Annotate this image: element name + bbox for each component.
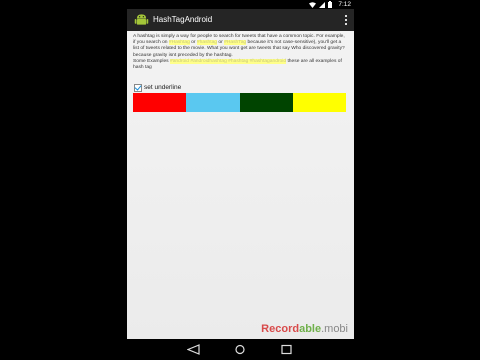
color-swatch-light-blue[interactable]	[186, 93, 240, 112]
app-title: HashTagAndroid	[153, 15, 213, 24]
description-text: or	[189, 40, 197, 46]
overflow-menu-icon[interactable]	[342, 13, 350, 27]
action-bar: HashTagAndroid	[127, 9, 354, 31]
right-letterbox	[354, 0, 480, 360]
back-icon[interactable]	[187, 344, 201, 355]
status-icons	[309, 1, 332, 8]
underline-checkbox[interactable]	[134, 83, 142, 92]
underline-checkbox-label[interactable]: set underline	[144, 84, 181, 91]
color-swatch-dark-green[interactable]	[239, 93, 293, 112]
phone-screen: 7:12 HashTagAndroid A hashtag is simply …	[127, 0, 354, 360]
status-bar: 7:12	[127, 0, 354, 9]
android-app-icon[interactable]	[134, 12, 149, 27]
recordable-watermark: Recordable.mobi	[261, 323, 348, 335]
hashtag-description: A hashtag is simply a way for people to …	[133, 34, 347, 71]
content-area: A hashtag is simply a way for people to …	[127, 31, 354, 339]
navigation-bar	[127, 339, 354, 360]
recent-apps-icon[interactable]	[280, 344, 294, 355]
home-icon[interactable]	[233, 344, 247, 355]
battery-icon	[328, 1, 332, 8]
color-swatch-bar	[133, 93, 346, 112]
hashtag-highlight: #HashTag	[224, 40, 247, 46]
description-text: Some Examples	[133, 58, 170, 64]
hashtag-highlight: #android #androidhashtag #hashtag #hasht…	[169, 58, 287, 64]
wifi-icon	[309, 1, 316, 8]
status-time: 7:12	[338, 1, 351, 8]
signal-icon	[319, 1, 325, 8]
hashtag-highlight: #Hashtag	[168, 40, 190, 46]
left-letterbox	[0, 0, 127, 360]
color-swatch-red[interactable]	[133, 93, 187, 112]
hashtag-highlight: #hashtag	[196, 40, 218, 46]
color-swatch-yellow[interactable]	[292, 93, 346, 112]
underline-checkbox-row[interactable]: set underline	[134, 83, 181, 92]
